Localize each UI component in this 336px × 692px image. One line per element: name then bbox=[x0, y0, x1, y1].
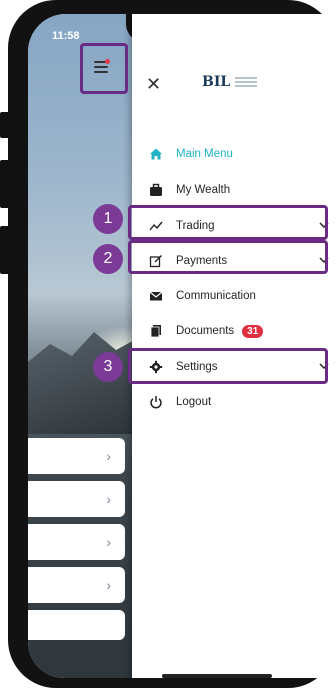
menu-item-documents[interactable]: Documents 31 bbox=[132, 318, 336, 344]
app-screen: 11:58 ··· ◠ ▬ › › › › ✕ BIL Ma bbox=[28, 14, 336, 678]
list-item[interactable]: › bbox=[28, 567, 125, 603]
unread-count-badge: 31 bbox=[242, 324, 264, 338]
logo-tagline-lines bbox=[235, 77, 258, 87]
annotation-number-1: 1 bbox=[93, 204, 123, 234]
phone-frame: 11:58 ··· ◠ ▬ › › › › ✕ BIL Ma bbox=[8, 0, 336, 688]
menu-item-label: Logout bbox=[176, 396, 212, 408]
list-item[interactable] bbox=[28, 610, 125, 640]
chevron-right-icon: › bbox=[106, 577, 111, 593]
power-icon bbox=[146, 392, 166, 412]
side-menu-panel: ✕ BIL Main Menu My Wealth Trading Paymen… bbox=[132, 14, 336, 678]
bank-logo: BIL bbox=[202, 74, 258, 90]
close-icon[interactable]: ✕ bbox=[146, 74, 161, 95]
annotation-highlight-payments bbox=[128, 240, 328, 274]
chevron-right-icon: › bbox=[106, 491, 111, 507]
menu-item-label: Documents bbox=[176, 325, 235, 337]
menu-item-logout[interactable]: Logout bbox=[132, 389, 336, 415]
menu-item-communication[interactable]: Communication bbox=[132, 283, 336, 309]
menu-item-my-wealth[interactable]: My Wealth bbox=[132, 177, 336, 203]
annotation-highlight-settings bbox=[128, 348, 328, 384]
documents-icon bbox=[146, 321, 166, 341]
annotation-highlight-trading bbox=[128, 205, 328, 240]
menu-item-main-menu[interactable]: Main Menu bbox=[132, 141, 336, 167]
annotation-number-3: 3 bbox=[93, 352, 123, 382]
list-item[interactable]: › bbox=[28, 524, 125, 560]
logo-text: BIL bbox=[202, 74, 231, 90]
menu-item-label: My Wealth bbox=[176, 184, 231, 196]
home-icon bbox=[146, 144, 166, 164]
chevron-right-icon: › bbox=[106, 448, 111, 464]
menu-item-label: Main Menu bbox=[176, 148, 233, 160]
list-item[interactable]: › bbox=[28, 481, 125, 517]
annotation-number-2: 2 bbox=[93, 244, 123, 274]
chevron-right-icon: › bbox=[106, 534, 111, 550]
briefcase-icon bbox=[146, 180, 166, 200]
annotation-highlight-hamburger bbox=[80, 43, 128, 94]
status-time: 11:58 bbox=[52, 30, 80, 42]
menu-item-label: Communication bbox=[176, 290, 256, 302]
home-indicator bbox=[162, 674, 272, 678]
list-item[interactable]: › bbox=[28, 438, 125, 474]
envelope-icon bbox=[146, 286, 166, 306]
